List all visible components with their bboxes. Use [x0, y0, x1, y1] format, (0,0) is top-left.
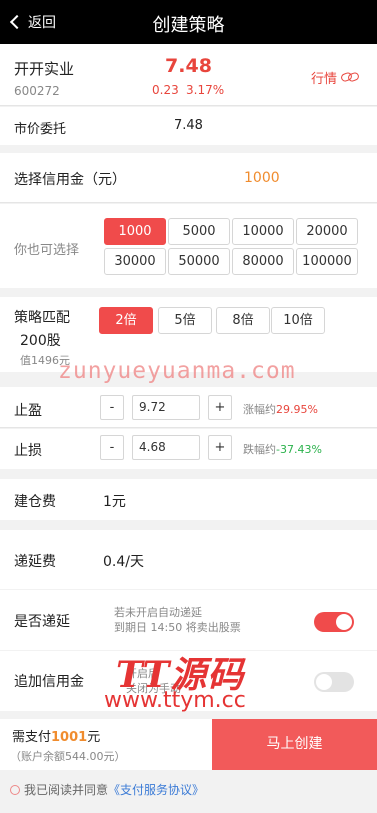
multiplier-option[interactable]: 8倍: [216, 307, 270, 334]
stop-loss-plus-button[interactable]: +: [208, 435, 232, 460]
build-fee-value: 1元: [103, 494, 126, 510]
account-balance: （账户余额544.00元）: [10, 750, 126, 763]
market-link-label: 行情: [310, 72, 337, 87]
order-type-value: 7.48: [174, 118, 203, 133]
credit-option[interactable]: 80000: [232, 248, 294, 275]
payment-amount: 1001: [51, 730, 88, 745]
agreement-link[interactable]: 《支付服务协议》: [108, 781, 204, 798]
strategy-shares: 200股: [20, 333, 61, 349]
stock-code: 600272: [14, 84, 60, 98]
credit-option[interactable]: 30000: [104, 248, 166, 275]
toggle-knob: [316, 674, 332, 690]
credit-option[interactable]: 5000: [168, 218, 230, 245]
stop-loss-hint: 跌幅约-37.43%: [243, 441, 322, 457]
create-strategy-page: 返回 创建策略 开开实业 600272 7.48 0.23 3.17% 行情 市…: [0, 0, 377, 813]
credit-option[interactable]: 10000: [232, 218, 294, 245]
market-quote-link[interactable]: 行情: [310, 68, 361, 87]
stop-loss-input[interactable]: 4.68: [132, 435, 200, 460]
agreement-checkbox[interactable]: [10, 784, 20, 795]
agreement-row: 我已阅读并同意 《支付服务协议》: [10, 781, 204, 798]
add-credit-label: 追加信用金: [14, 674, 84, 690]
payment-suffix: 元: [87, 730, 101, 745]
credit-option[interactable]: 20000: [296, 218, 358, 245]
take-profit-minus-button[interactable]: -: [100, 395, 124, 420]
stop-loss-minus-button[interactable]: -: [100, 435, 124, 460]
deferral-fee-label: 递延费: [14, 554, 56, 570]
toggle-knob: [336, 614, 352, 630]
top-bar: 返回 创建策略: [0, 0, 377, 44]
credit-alt-label: 你也可选择: [14, 243, 80, 258]
take-profit-hint: 涨幅约29.95%: [243, 401, 318, 417]
deferral-toggle[interactable]: [314, 612, 354, 632]
take-profit-input[interactable]: 9.72: [132, 395, 200, 420]
build-fee-label: 建仓费: [14, 494, 56, 510]
credit-option[interactable]: 1000: [104, 218, 166, 245]
stop-loss-label: 止损: [14, 443, 42, 459]
multiplier-option[interactable]: 10倍: [271, 307, 325, 334]
take-profit-hint-prefix: 涨幅约: [243, 403, 276, 416]
create-now-button[interactable]: 马上创建: [212, 719, 377, 770]
watermark-url: www.ttym.cc: [104, 688, 246, 713]
deferral-label: 是否递延: [14, 614, 70, 630]
deferral-note-2: 到期日 14:50 将卖出股票: [114, 621, 241, 634]
payment-prefix: 需支付: [12, 730, 52, 745]
take-profit-label: 止盈: [14, 403, 42, 419]
deferral-fee-value: 0.4/天: [103, 554, 144, 570]
build-fee-row: [0, 479, 377, 520]
page-title: 创建策略: [152, 15, 225, 36]
order-type-label: 市价委托: [14, 122, 67, 137]
credit-value: 1000: [244, 170, 280, 186]
payment-total: 需支付1001元: [12, 726, 100, 745]
link-icon: [339, 71, 361, 83]
credit-label: 选择信用金（元）: [14, 172, 126, 188]
credit-option[interactable]: 100000: [296, 248, 358, 275]
multiplier-option[interactable]: 2倍: [99, 307, 153, 334]
stop-loss-hint-prefix: 跌幅约: [243, 443, 276, 456]
stock-change-pct: 3.17%: [186, 83, 225, 97]
stock-change: 0.23: [152, 83, 179, 97]
watermark-site: zunyueyuanma.com: [58, 358, 296, 384]
add-credit-toggle[interactable]: [314, 672, 354, 692]
deferral-fee-row: [0, 530, 377, 589]
deferral-note-1: 若未开启自动递延: [114, 606, 202, 619]
take-profit-hint-value: 29.95%: [276, 403, 318, 416]
strategy-label: 策略匹配: [14, 310, 70, 326]
credit-option[interactable]: 50000: [168, 248, 230, 275]
multiplier-option[interactable]: 5倍: [158, 307, 212, 334]
take-profit-plus-button[interactable]: +: [208, 395, 232, 420]
stop-loss-hint-value: -37.43%: [276, 443, 322, 456]
agreement-text: 我已阅读并同意: [24, 783, 109, 797]
